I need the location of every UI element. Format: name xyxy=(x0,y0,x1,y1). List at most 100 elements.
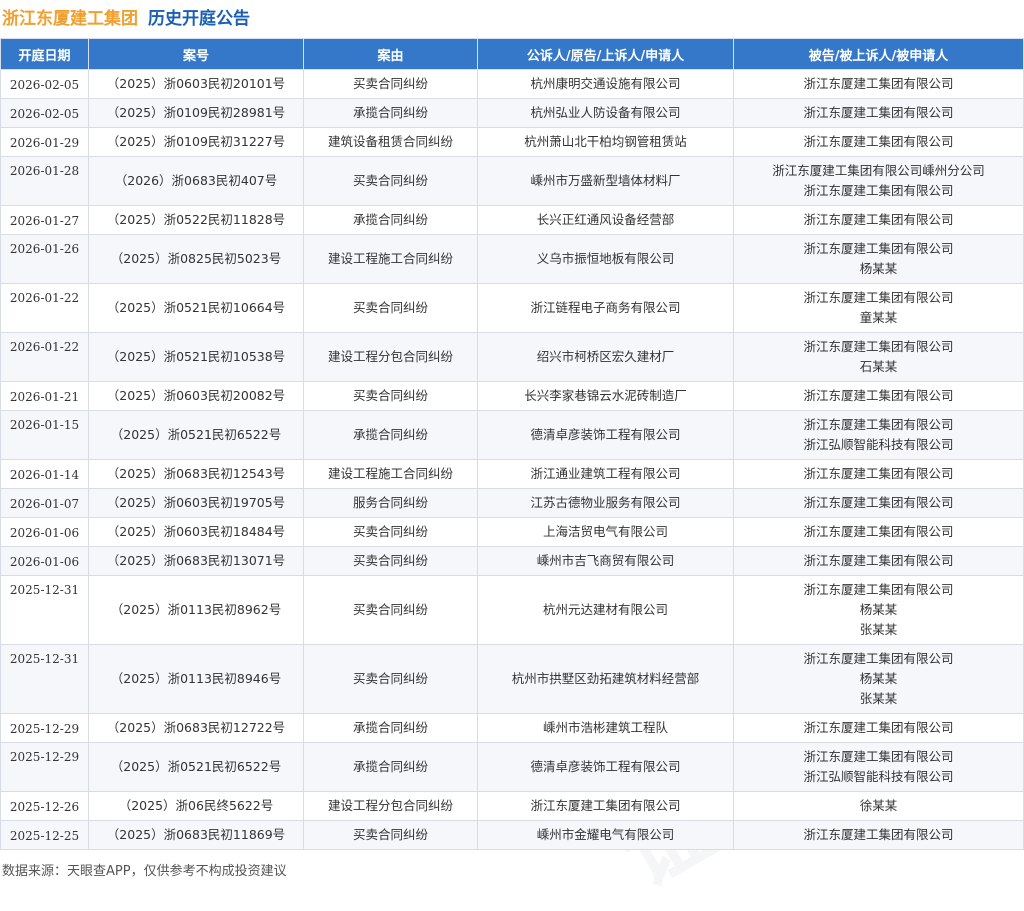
defendant-name: 浙江东厦建工集团有限公司 xyxy=(803,582,954,597)
case-number: （2025）浙0521民初10664号 xyxy=(88,283,304,333)
plaintiff: 浙江链程电子商务有限公司 xyxy=(477,283,734,333)
defendants-cell: 浙江东厦建工集团有限公司 浙江弘顺智能科技有限公司 xyxy=(733,742,1024,792)
case-cause: 建筑设备租赁合同纠纷 xyxy=(303,127,478,157)
data-source-note: 数据来源：天眼查APP，仅供参考不构成投资建议 xyxy=(2,864,287,879)
plaintiff: 杭州康明交通设施有限公司 xyxy=(477,69,734,99)
defendant-name: 浙江弘顺智能科技有限公司 xyxy=(803,769,954,784)
hearing-date: 2026-01-21 xyxy=(0,381,89,411)
case-number: （2025）浙06民终5622号 xyxy=(88,791,304,821)
table-row: 2025-12-29 （2025）浙0683民初12722号 承揽合同纠纷 嵊州市浩彬… xyxy=(0,713,1024,743)
defendants-cell: 浙江东厦建工集团有限公司嵊州分公司 浙江东厦建工集团有限公司 xyxy=(733,156,1024,206)
table-row: 2025-12-31 （2025）浙0113民初8962号 买卖合同纠纷 杭州元达建材… xyxy=(0,575,1024,645)
defendant-name: 浙江东厦建工集团有限公司 xyxy=(803,339,954,354)
defendant-name: 浙江东厦建工集团有限公司 xyxy=(803,553,954,568)
case-cause: 买卖合同纠纷 xyxy=(303,283,478,333)
case-cause: 承揽合同纠纷 xyxy=(303,98,478,128)
case-number: （2025）浙0683民初12543号 xyxy=(88,459,304,489)
table-row: 2026-01-26 （2025）浙0825民初5023号 建设工程施工合同纠纷 义乌… xyxy=(0,234,1024,284)
table-row: 2026-01-28 （2026）浙0683民初407号 买卖合同纠纷 嵊州市万盛新型… xyxy=(0,156,1024,206)
hearing-date: 2026-01-14 xyxy=(0,459,89,489)
defendants-cell: 浙江东厦建工集团有限公司 xyxy=(733,205,1024,235)
defendant-name: 浙江东厦建工集团有限公司 xyxy=(803,495,954,510)
plaintiff: 嵊州市万盛新型墙体材料厂 xyxy=(477,156,734,206)
defendant-name: 浙江东厦建工集团有限公司 xyxy=(803,524,954,539)
plaintiff: 嵊州市金耀电气有限公司 xyxy=(477,820,734,850)
plaintiff: 绍兴市柯桥区宏久建材厂 xyxy=(477,332,734,382)
defendant-name: 浙江东厦建工集团有限公司 xyxy=(803,212,954,227)
defendant-name: 杨某某 xyxy=(859,261,898,276)
table-row: 2026-01-29 （2025）浙0109民初31227号 建筑设备租赁合同纠纷杭… xyxy=(0,127,1024,157)
table-row: 2026-01-22 （2025）浙0521民初10664号 买卖合同纠纷 浙江链程电… xyxy=(0,283,1024,333)
case-number: （2025）浙0603民初18484号 xyxy=(88,517,304,547)
hearing-date: 2025-12-25 xyxy=(0,820,89,850)
case-cause: 建设工程施工合同纠纷 xyxy=(303,234,478,284)
plaintiff: 义乌市振恒地板有限公司 xyxy=(477,234,734,284)
hearing-date: 2026-01-06 xyxy=(0,517,89,547)
defendant-name: 浙江东厦建工集团有限公司 xyxy=(803,241,954,256)
case-number: （2025）浙0603民初19705号 xyxy=(88,488,304,518)
case-cause: 承揽合同纠纷 xyxy=(303,410,478,460)
hearing-date: 2026-01-29 xyxy=(0,127,89,157)
defendants-cell: 徐某某 xyxy=(733,791,1024,821)
defendant-name: 童某某 xyxy=(859,310,898,325)
case-cause: 买卖合同纠纷 xyxy=(303,820,478,850)
hearing-date: 2025-12-29 xyxy=(0,713,89,743)
case-cause: 买卖合同纠纷 xyxy=(303,575,478,645)
column-header-date: 开庭日期 xyxy=(0,38,89,70)
case-number: （2025）浙0522民初11828号 xyxy=(88,205,304,235)
case-number: （2025）浙0683民初12722号 xyxy=(88,713,304,743)
defendant-name: 浙江东厦建工集团有限公司 xyxy=(803,827,954,842)
hearing-date: 2026-01-07 xyxy=(0,488,89,518)
case-cause: 服务合同纠纷 xyxy=(303,488,478,518)
table-row: 2026-02-05 （2025）浙0603民初20101号 买卖合同纠纷 杭州康明交… xyxy=(0,69,1024,99)
defendant-name: 浙江东厦建工集团有限公司 xyxy=(803,720,954,735)
case-cause: 买卖合同纠纷 xyxy=(303,644,478,714)
hearing-date: 2025-12-31 xyxy=(0,644,89,714)
table-body: 2026-02-05 （2025）浙0603民初20101号 买卖合同纠纷 杭州康明交… xyxy=(0,69,1024,850)
case-cause: 建设工程施工合同纠纷 xyxy=(303,459,478,489)
case-cause: 承揽合同纠纷 xyxy=(303,742,478,792)
case-cause: 买卖合同纠纷 xyxy=(303,69,478,99)
plaintiff: 浙江东厦建工集团有限公司 xyxy=(477,791,734,821)
defendants-cell: 浙江东厦建工集团有限公司 xyxy=(733,459,1024,489)
column-header-cause: 案由 xyxy=(303,38,478,70)
column-header-case-number: 案号 xyxy=(88,38,304,70)
hearing-date: 2026-02-05 xyxy=(0,98,89,128)
case-cause: 建设工程分包合同纠纷 xyxy=(303,332,478,382)
hearing-date: 2025-12-31 xyxy=(0,575,89,645)
case-cause: 承揽合同纠纷 xyxy=(303,205,478,235)
table-header-row: 开庭日期 案号 案由 公诉人/原告/上诉人/申请人 被告/被上诉人/被申请人 xyxy=(0,38,1024,70)
plaintiff: 浙江通业建筑工程有限公司 xyxy=(477,459,734,489)
table-row: 2026-01-14 （2025）浙0683民初12543号 建设工程施工合同纠纷浙… xyxy=(0,459,1024,489)
plaintiff: 杭州弘业人防设备有限公司 xyxy=(477,98,734,128)
table-row: 2026-01-15 （2025）浙0521民初6522号 承揽合同纠纷 德清卓彦装饰… xyxy=(0,410,1024,460)
defendants-cell: 浙江东厦建工集团有限公司 石某某 xyxy=(733,332,1024,382)
defendants-cell: 浙江东厦建工集团有限公司 xyxy=(733,127,1024,157)
defendant-name: 浙江东厦建工集团有限公司 xyxy=(803,651,954,666)
plaintiff: 杭州市拱墅区劲拓建筑材料经营部 xyxy=(477,644,734,714)
defendant-name: 浙江东厦建工集团有限公司嵊州分公司 xyxy=(772,163,985,178)
case-number: （2025）浙0109民初31227号 xyxy=(88,127,304,157)
defendant-name: 杨某某 xyxy=(859,602,898,617)
defendant-name: 浙江弘顺智能科技有限公司 xyxy=(803,437,954,452)
hearing-date: 2025-12-29 xyxy=(0,742,89,792)
hearing-date: 2026-01-26 xyxy=(0,234,89,284)
defendant-name: 浙江东厦建工集团有限公司 xyxy=(803,183,954,198)
table-row: 2026-01-07 （2025）浙0603民初19705号 服务合同纠纷 江苏古德物… xyxy=(0,488,1024,518)
defendant-name: 浙江东厦建工集团有限公司 xyxy=(803,749,954,764)
defendant-name: 浙江东厦建工集团有限公司 xyxy=(803,105,954,120)
case-number: （2025）浙0683民初13071号 xyxy=(88,546,304,576)
plaintiff: 德清卓彦装饰工程有限公司 xyxy=(477,410,734,460)
hearing-date: 2026-01-22 xyxy=(0,283,89,333)
case-number: （2025）浙0683民初11869号 xyxy=(88,820,304,850)
defendants-cell: 浙江东厦建工集团有限公司 xyxy=(733,488,1024,518)
defendant-name: 浙江东厦建工集团有限公司 xyxy=(803,388,954,403)
case-number: （2025）浙0825民初5023号 xyxy=(88,234,304,284)
table-row: 2025-12-31 （2025）浙0113民初8946号 买卖合同纠纷 杭州市拱墅区… xyxy=(0,644,1024,714)
table-row: 2026-01-27 （2025）浙0522民初11828号 承揽合同纠纷 长兴正红通… xyxy=(0,205,1024,235)
defendant-name: 浙江东厦建工集团有限公司 xyxy=(803,466,954,481)
table-row: 2026-01-06 （2025）浙0603民初18484号 买卖合同纠纷 上海洁贸电… xyxy=(0,517,1024,547)
case-cause: 买卖合同纠纷 xyxy=(303,517,478,547)
plaintiff: 德清卓彦装饰工程有限公司 xyxy=(477,742,734,792)
case-cause: 买卖合同纠纷 xyxy=(303,381,478,411)
